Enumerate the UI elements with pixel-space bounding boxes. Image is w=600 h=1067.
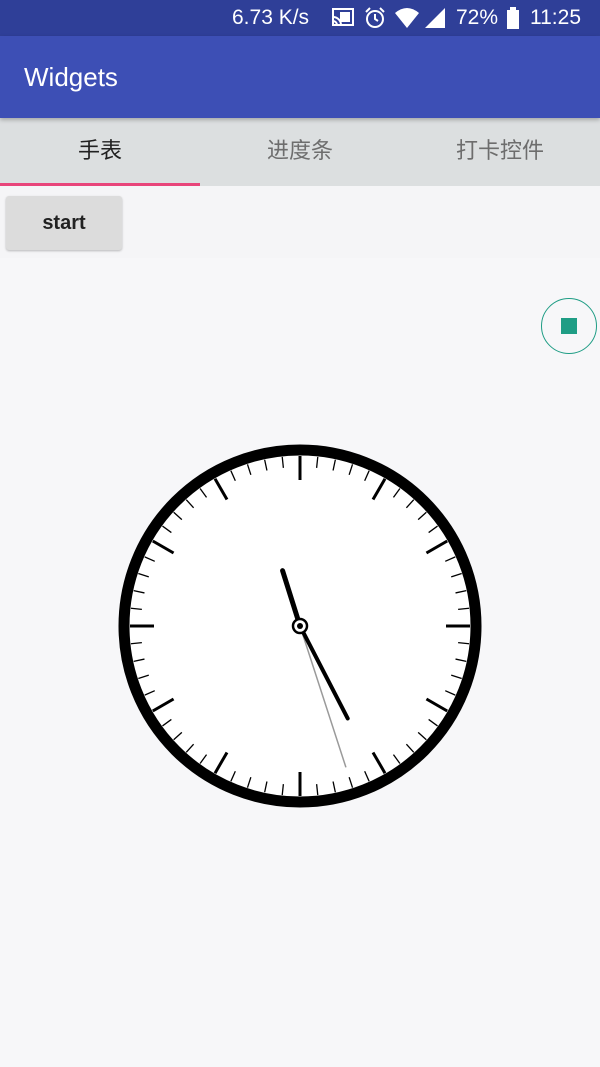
network-speed: 6.73 K/s [232,6,310,29]
status-bar: 6.73 K/s 72% 11:25 [0,0,600,36]
battery-icon [507,7,519,29]
app-bar: Widgets [0,36,600,118]
stop-button[interactable] [541,298,597,354]
tab-label: 进度条 [266,139,333,164]
tab-label: 打卡控件 [455,139,544,164]
wifi-icon [395,8,419,28]
cast-icon [332,8,354,26]
tab-label: 手表 [77,139,122,164]
clock-center-dot [297,623,303,629]
stop-icon [561,318,577,334]
signal-icon [425,8,445,28]
tab-bar: 手表 进度条 打卡控件 [0,118,600,186]
analog-clock [118,444,482,808]
control-row: start [0,186,600,258]
tab-watch[interactable]: 手表 [0,118,200,186]
battery-percent: 72% [456,6,499,29]
alarm-icon [365,7,385,28]
tab-check-in[interactable]: 打卡控件 [400,118,600,186]
app-title: Widgets [24,62,118,92]
start-button[interactable]: start [6,196,122,250]
tab-progress-bar[interactable]: 进度条 [200,118,400,186]
clock-time: 11:25 [530,6,581,29]
